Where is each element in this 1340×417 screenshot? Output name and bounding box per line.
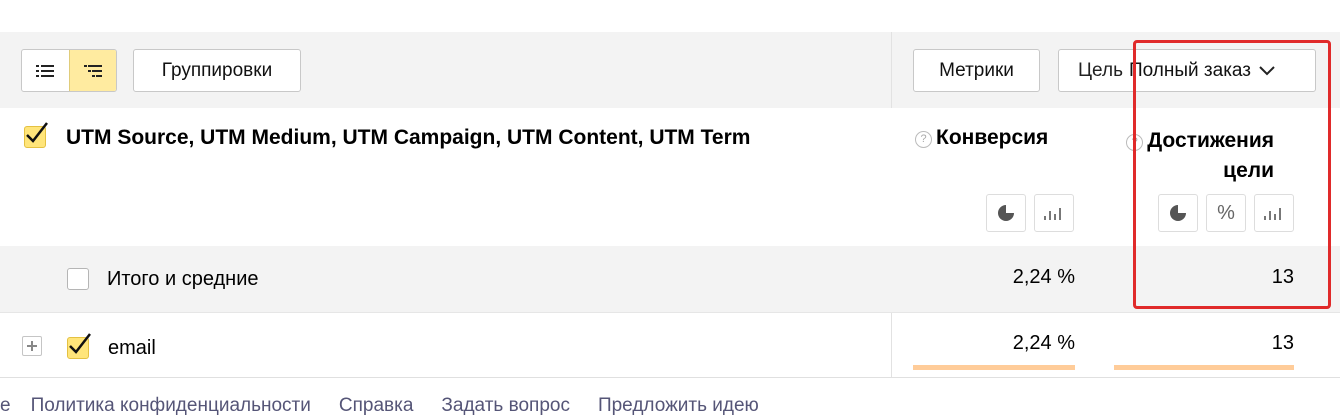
- table-bottom-border: [0, 377, 1340, 378]
- tree-view-button[interactable]: [68, 50, 116, 91]
- bar-chart-button[interactable]: [1034, 194, 1074, 232]
- dimensions-checkbox[interactable]: [24, 122, 48, 148]
- list-view-button[interactable]: [22, 50, 69, 91]
- metric-conversion-header[interactable]: ? Конверсия: [915, 126, 1048, 150]
- row-checkbox[interactable]: [67, 333, 91, 359]
- footer-link-privacy[interactable]: Политика конфиденциальности: [31, 395, 311, 416]
- conversion-share-bar: [913, 365, 1075, 370]
- view-mode-toggle: [21, 49, 117, 92]
- footer-link-idea[interactable]: Предложить идею: [598, 395, 759, 416]
- footer-link-ask[interactable]: Задать вопрос: [441, 395, 570, 416]
- checkmark-icon: [69, 333, 91, 354]
- footer-links: е Политика конфиденциальности Справка Задат…: [0, 395, 787, 417]
- tree-list-icon: [83, 64, 102, 77]
- pie-chart-icon: [998, 204, 1015, 221]
- totals-label: Итого и средние: [107, 268, 259, 290]
- goal-label: Цель: [1078, 59, 1123, 81]
- help-icon[interactable]: ?: [915, 131, 932, 148]
- expand-row-button[interactable]: [22, 336, 42, 356]
- metric-conversion-title: Конверсия: [936, 126, 1049, 149]
- totals-checkbox[interactable]: [67, 268, 89, 290]
- row-goals: 13: [1271, 332, 1294, 354]
- goals-share-bar: [1114, 365, 1294, 370]
- footer-link-fragment: е: [0, 395, 11, 416]
- row-label[interactable]: email: [108, 337, 156, 360]
- dimensions-title: UTM Source, UTM Medium, UTM Campaign, UT…: [66, 126, 751, 149]
- row-conversion: 2,24 %: [1012, 332, 1075, 354]
- groupings-button[interactable]: Группировки: [133, 49, 301, 92]
- checkmark-icon: [26, 122, 48, 143]
- bar-chart-icon: [1044, 208, 1061, 220]
- footer-link-help[interactable]: Справка: [339, 395, 414, 416]
- totals-conversion: 2,24 %: [1012, 266, 1075, 288]
- highlight-frame: [1133, 40, 1331, 309]
- list-icon: [36, 64, 55, 77]
- pie-chart-button[interactable]: [986, 194, 1026, 232]
- metrics-button[interactable]: Метрики: [913, 49, 1040, 92]
- plus-icon: [27, 341, 37, 351]
